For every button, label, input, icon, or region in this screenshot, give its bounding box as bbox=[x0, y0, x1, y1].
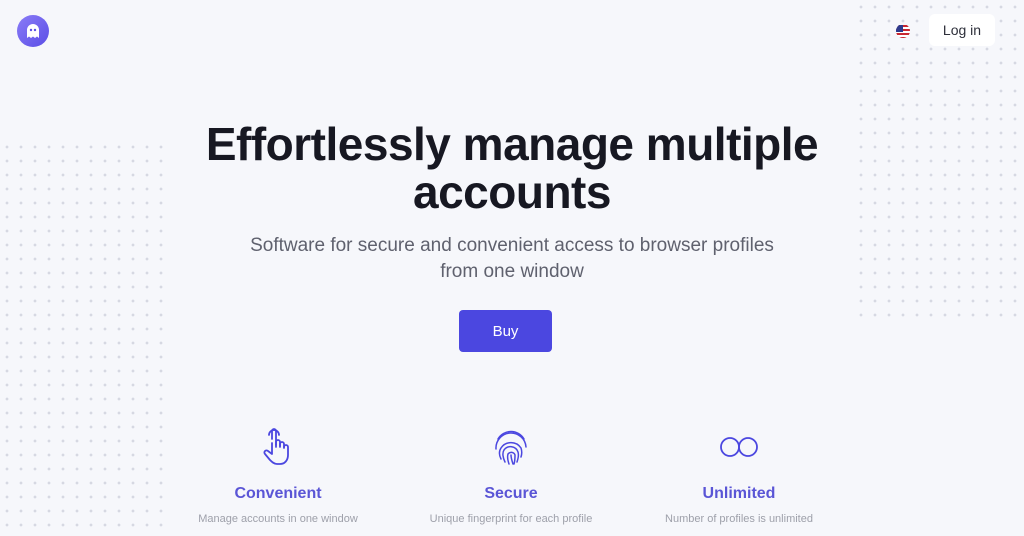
infinity-icon bbox=[629, 425, 849, 469]
hero-title: Effortlessly manage multiple accounts bbox=[0, 120, 1024, 216]
feature-title: Secure bbox=[484, 485, 538, 502]
buy-button[interactable]: Buy bbox=[459, 310, 552, 352]
us-flag-icon[interactable] bbox=[896, 24, 910, 38]
hero-title-line-2: accounts bbox=[413, 166, 611, 218]
login-label: Log in bbox=[942, 22, 982, 38]
hero-subtitle-line-1: Software for secure and convenient acces… bbox=[250, 235, 774, 256]
feature-title: Convenient bbox=[234, 485, 322, 502]
feature-description: Number of profiles is unlimited bbox=[665, 513, 813, 525]
feature-description: Manage accounts in one window bbox=[198, 513, 358, 525]
feature-description: Unique fingerprint for each profile bbox=[429, 513, 593, 525]
hero-subtitle-line-2: from one window bbox=[440, 261, 584, 282]
ghost-icon[interactable] bbox=[17, 15, 49, 47]
feature-unlimited: Unlimited Number of profiles is unlimite… bbox=[629, 425, 849, 525]
feature-title: Unlimited bbox=[702, 485, 776, 502]
feature-convenient: Convenient Manage accounts in one window bbox=[168, 425, 388, 525]
login-button[interactable]: Log in bbox=[929, 14, 995, 46]
fingerprint-icon bbox=[401, 425, 621, 469]
hero-subtitle: Software for secure and convenient acces… bbox=[0, 233, 1024, 285]
feature-secure: Secure Unique fingerprint for each profi… bbox=[401, 425, 621, 525]
hero-title-line-1: Effortlessly manage multiple bbox=[205, 118, 819, 170]
tap-hand-icon bbox=[168, 425, 388, 469]
